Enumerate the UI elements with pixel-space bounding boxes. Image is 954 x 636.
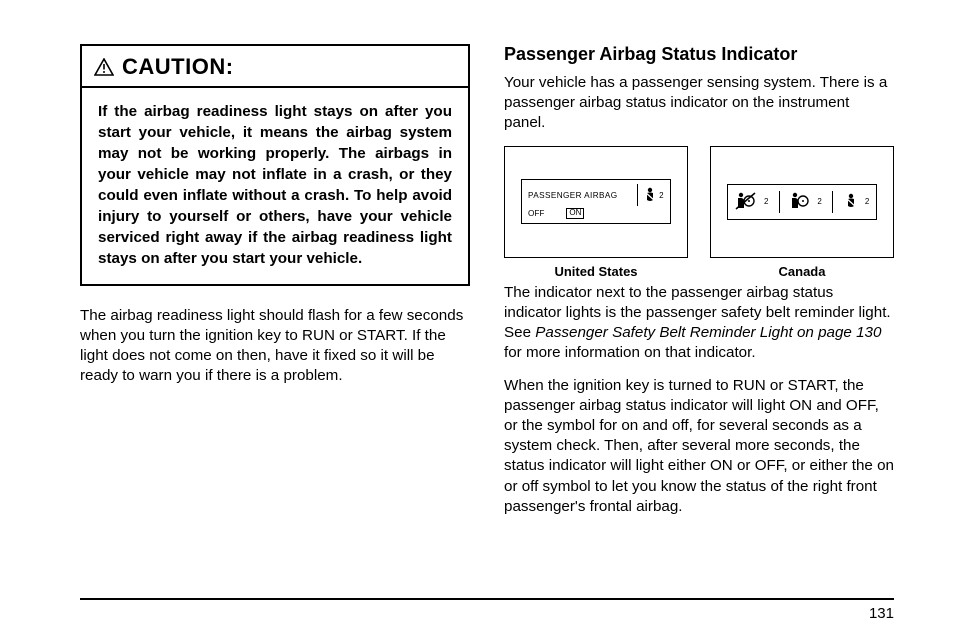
indicator-panel-ca: 2 2 <box>727 184 877 220</box>
page-content: CAUTION: If the airbag readiness light s… <box>80 44 894 584</box>
panel-us-on: ON <box>566 208 584 219</box>
figure-ca: 2 2 <box>710 146 894 279</box>
left-column: CAUTION: If the airbag readiness light s… <box>80 44 470 584</box>
seatbelt-icon: 2 <box>634 184 664 206</box>
right-column: Passenger Airbag Status Indicator Your v… <box>504 44 894 584</box>
caution-header: CAUTION: <box>82 46 468 88</box>
right-para-1: Your vehicle has a passenger sensing sys… <box>504 73 894 134</box>
footer-rule <box>80 598 894 600</box>
figure-us: PASSENGER AIRBAG 2 <box>504 146 688 279</box>
airbag-off-icon <box>735 191 757 213</box>
indicator-panel-us: PASSENGER AIRBAG 2 <box>521 179 671 224</box>
caution-box: CAUTION: If the airbag readiness light s… <box>80 44 470 286</box>
left-para-1: The airbag readiness light should flash … <box>80 306 470 387</box>
panel-us-off: OFF <box>528 209 544 218</box>
figures-row: PASSENGER AIRBAG 2 <box>504 146 894 279</box>
right-para-2: The indicator next to the passenger airb… <box>504 283 894 364</box>
caution-title: CAUTION: <box>122 54 234 80</box>
section-heading: Passenger Airbag Status Indicator <box>504 44 894 65</box>
page-number: 131 <box>869 605 894 622</box>
figure-us-frame: PASSENGER AIRBAG 2 <box>504 146 688 258</box>
figure-ca-frame: 2 2 <box>710 146 894 258</box>
airbag-on-icon <box>790 191 810 213</box>
right-para-3: When the ignition key is turned to RUN o… <box>504 376 894 518</box>
caution-triangle-icon <box>94 58 114 76</box>
seatbelt-icon <box>844 193 858 211</box>
figure-ca-caption: Canada <box>779 264 826 279</box>
panel-us-label: PASSENGER AIRBAG <box>528 191 618 200</box>
cross-reference: Passenger Safety Belt Reminder Light on … <box>535 324 881 341</box>
figure-us-caption: United States <box>554 264 637 279</box>
caution-body-text: If the airbag readiness light stays on a… <box>82 88 468 284</box>
